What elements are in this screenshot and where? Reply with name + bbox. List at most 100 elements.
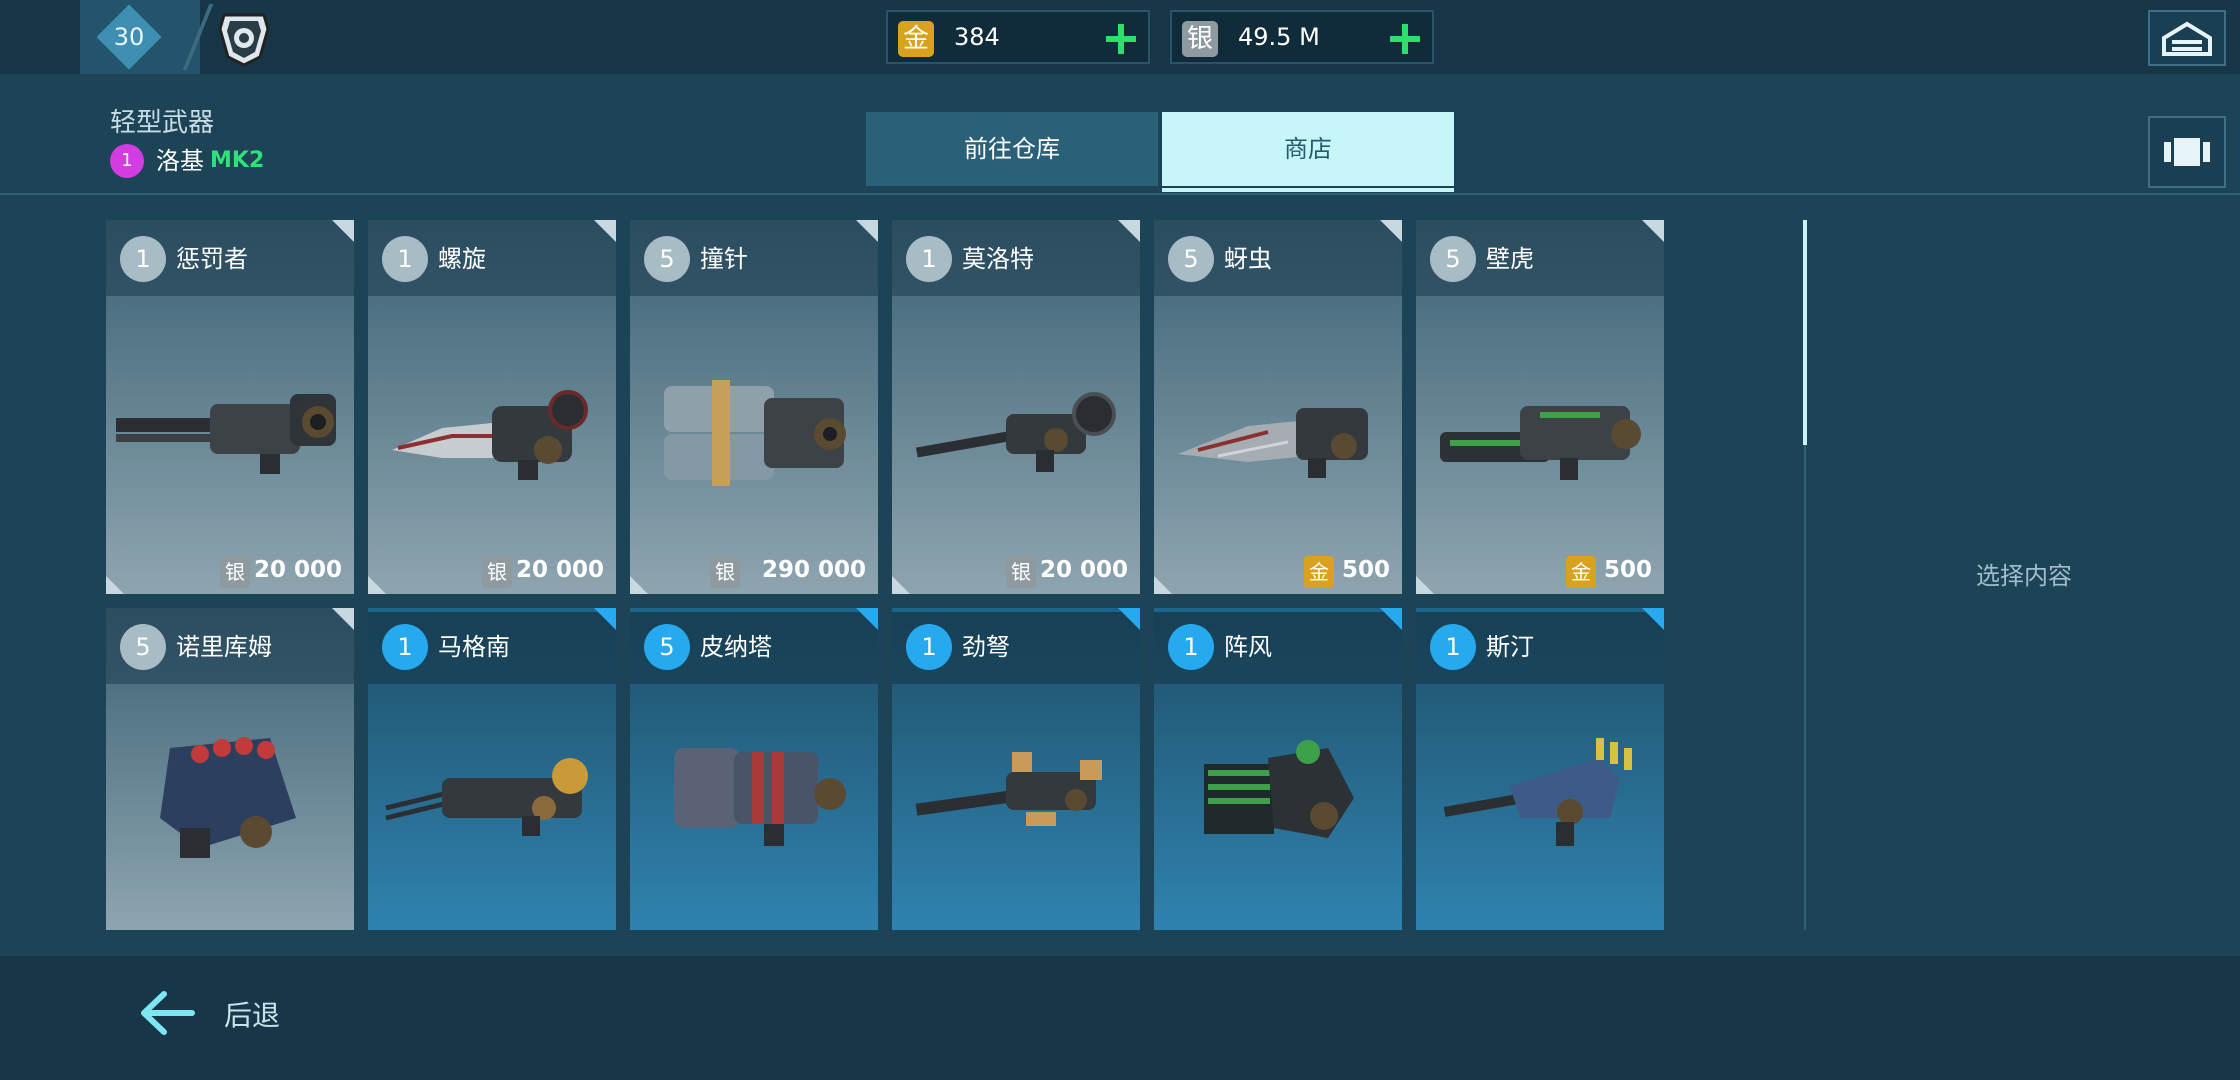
- aphid-launcher-icon: [1178, 408, 1368, 478]
- weapon-card[interactable]: 5 撞针 银 290 000: [630, 220, 878, 594]
- card-name: 螺旋: [438, 245, 486, 273]
- crossbow-gun-icon: [915, 752, 1102, 826]
- striker-launcher-icon: [664, 380, 846, 486]
- weapon-card[interactable]: 1 莫洛特 银 20 000: [892, 220, 1140, 594]
- card-price: 20 000: [253, 557, 342, 583]
- silver-coin-icon: 银: [482, 556, 512, 588]
- card-name: 蚜虫: [1224, 245, 1272, 273]
- card-corner-bottom: [106, 576, 124, 594]
- gust-launcher-icon: [1204, 740, 1354, 838]
- card-corner: [1118, 608, 1140, 630]
- card-badge: 5: [644, 236, 690, 282]
- card-corner: [1380, 220, 1402, 242]
- weapon-card[interactable]: 1 劲弩: [892, 608, 1140, 930]
- card-badge: 5: [1430, 236, 1476, 282]
- player-level: 30: [113, 23, 145, 51]
- card-name: 壁虎: [1486, 245, 1534, 273]
- hangar-icon: [2162, 21, 2212, 56]
- noricum-launcher-icon: [160, 737, 296, 858]
- card-price: 290 000: [761, 557, 866, 583]
- card-badge: 1: [120, 236, 166, 282]
- card-header: 1 螺旋: [368, 220, 616, 296]
- card-name: 诺里库姆: [176, 633, 272, 661]
- active-tab-indicator: [1162, 188, 1454, 192]
- card-corner-bottom: [368, 576, 386, 594]
- silver-coin-icon: 银: [1006, 556, 1036, 588]
- card-corner: [856, 608, 878, 630]
- back-button[interactable]: 后退: [224, 994, 280, 1034]
- weapon-card[interactable]: 1 螺旋 银 20 000: [368, 220, 616, 594]
- card-corner-bottom: [1416, 576, 1434, 594]
- card-header: 1 马格南: [368, 608, 616, 684]
- card-corner: [332, 608, 354, 630]
- card-corner: [594, 220, 616, 242]
- weapon-card[interactable]: 5 皮纳塔: [630, 608, 878, 930]
- card-badge: 1: [382, 236, 428, 282]
- card-badge: 5: [120, 624, 166, 670]
- weapon-card[interactable]: 1 惩罚者 银 20 000: [106, 220, 354, 594]
- card-name: 撞针: [700, 245, 748, 273]
- scrollbar-thumb[interactable]: [1803, 220, 1807, 445]
- card-badge: 1: [906, 236, 952, 282]
- weapon-card[interactable]: 5 蚜虫 金 500: [1154, 220, 1402, 594]
- hangar-button[interactable]: [2148, 10, 2226, 66]
- card-badge: 5: [1168, 236, 1214, 282]
- card-name: 阵风: [1224, 633, 1272, 661]
- clan-emblem-icon[interactable]: [214, 7, 274, 67]
- card-name: 惩罚者: [176, 245, 248, 273]
- gecko-launcher-icon: [1440, 406, 1641, 480]
- robot-view-button[interactable]: [2148, 116, 2226, 188]
- card-name: 劲弩: [962, 633, 1010, 661]
- add-gold-button[interactable]: [1106, 24, 1136, 54]
- card-corner: [856, 220, 878, 242]
- card-header: 1 劲弩: [892, 608, 1140, 684]
- card-badge: 1: [1168, 624, 1214, 670]
- silver-currency: 银 49.5 M: [1170, 10, 1434, 64]
- selection-placeholder: 选择内容: [1976, 562, 2072, 590]
- card-corner-bottom: [630, 576, 648, 594]
- robot-mark: MK2: [210, 148, 265, 173]
- card-corner: [332, 220, 354, 242]
- gatling-gun-icon: [116, 394, 336, 474]
- gold-coin-icon: 金: [898, 21, 934, 57]
- tab-shop[interactable]: 商店: [1162, 112, 1454, 186]
- card-badge: 1: [1430, 624, 1476, 670]
- card-header: 1 斯汀: [1416, 608, 1664, 684]
- card-badge: 1: [382, 624, 428, 670]
- silver-amount: 49.5 M: [1238, 23, 1320, 51]
- gold-coin-icon: 金: [1304, 556, 1334, 588]
- robot-icon: [2164, 138, 2210, 166]
- robot-name: 洛基: [156, 147, 204, 175]
- back-arrow-icon[interactable]: [138, 988, 198, 1038]
- card-corner: [1380, 608, 1402, 630]
- card-header: 1 阵风: [1154, 608, 1402, 684]
- weapon-card[interactable]: 1 马格南: [368, 608, 616, 930]
- gold-coin-icon: 金: [1566, 556, 1596, 588]
- spiral-launcher-icon: [392, 390, 588, 480]
- weapon-card[interactable]: 1 阵风: [1154, 608, 1402, 930]
- card-corner: [1642, 608, 1664, 630]
- card-name: 马格南: [438, 633, 510, 661]
- card-header: 5 壁虎: [1416, 220, 1664, 296]
- card-corner: [1642, 220, 1664, 242]
- molot-rifle-icon: [915, 392, 1116, 472]
- silver-coin-icon: 银: [1182, 21, 1218, 57]
- robot-slot-badge: 1: [110, 144, 144, 178]
- silver-coin-icon: 银: [220, 556, 250, 588]
- card-corner: [1118, 220, 1140, 242]
- card-name: 斯汀: [1486, 633, 1534, 661]
- silver-coin-icon: 银: [710, 556, 740, 588]
- card-badge: 5: [644, 624, 690, 670]
- card-corner: [594, 608, 616, 630]
- pinata-launcher-icon: [674, 748, 846, 846]
- sting-gun-icon: [1443, 738, 1632, 846]
- card-badge: 1: [906, 624, 952, 670]
- bottom-bar: [0, 956, 2240, 1080]
- weapon-card[interactable]: 1 斯汀: [1416, 608, 1664, 930]
- card-header: 5 蚜虫: [1154, 220, 1402, 296]
- header-divider: [0, 193, 2240, 195]
- weapon-card[interactable]: 5 壁虎 金 500: [1416, 220, 1664, 594]
- weapon-card[interactable]: 5 诺里库姆: [106, 608, 354, 930]
- add-silver-button[interactable]: [1390, 24, 1420, 54]
- tab-warehouse[interactable]: 前往仓库: [866, 112, 1158, 186]
